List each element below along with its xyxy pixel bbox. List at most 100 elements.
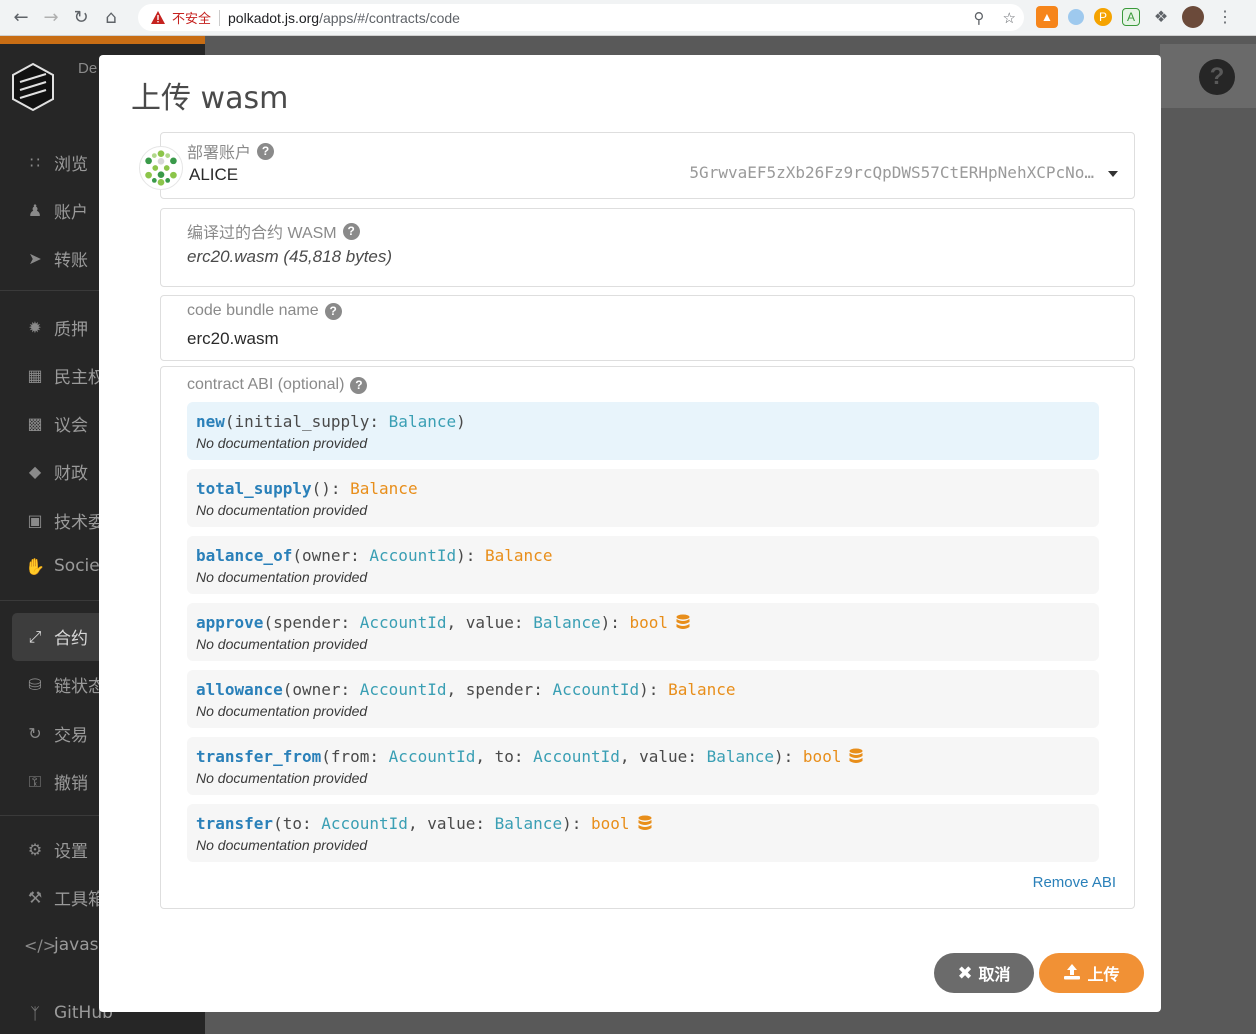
abi-message-doc: No documentation provided <box>196 770 368 786</box>
sidebar-item-extrinsics[interactable]: ↻ 交易 <box>24 721 88 746</box>
profile-avatar[interactable] <box>1182 6 1204 28</box>
sidebar-item-accounts[interactable]: ♟ 账户 <box>24 198 88 223</box>
deploy-account-label: 部署账户 ? <box>187 139 275 163</box>
polkadot-extension-icon[interactable]: P <box>1094 8 1112 26</box>
sidebar-item-label: 民主权 <box>54 368 105 388</box>
abi-message-name: new <box>196 412 225 431</box>
abi-return-type: Balance <box>485 546 553 565</box>
deploy-account-select[interactable]: 部署账户 ? ALICE 5GrwvaEF5zXb26Fz9rcQpDWS57C… <box>160 132 1135 199</box>
sidebar-item-democracy[interactable]: ▦ 民主权 <box>24 363 105 388</box>
abi-arg-name: owner <box>301 546 351 565</box>
url-text: polkadot.js.org/apps/#/contracts/code <box>228 10 460 26</box>
code-bundle-name-field[interactable]: code bundle name ? erc20.wasm <box>160 295 1135 361</box>
sidebar-item-staking[interactable]: ✹ 质押 <box>24 315 88 340</box>
tools-icon: ⚒ <box>27 888 43 907</box>
help-question-icon[interactable]: ? <box>350 376 368 394</box>
abi-message-doc: No documentation provided <box>196 636 368 652</box>
code-bundle-name-input[interactable]: erc20.wasm <box>187 329 279 349</box>
abi-arg-type: AccountId <box>369 546 457 565</box>
sidebar-item-tech-committee[interactable]: ▣ 技术委 <box>24 508 105 533</box>
extension-a-icon[interactable]: A <box>1122 8 1140 26</box>
sidebar-item-label: 议会 <box>54 416 88 436</box>
chain-name: De <box>78 60 98 77</box>
browser-toolbar: ← → ↻ ⌂ 不安全 polkadot.js.org/apps/#/contr… <box>0 0 1256 36</box>
browser-menu-icon[interactable]: ⋮ <box>1214 6 1236 28</box>
back-icon[interactable]: ← <box>6 3 36 33</box>
help-question-icon[interactable]: ? <box>257 142 275 160</box>
abi-message-name: approve <box>196 613 264 632</box>
extensions-puzzle-icon[interactable]: ❖ <box>1150 6 1172 28</box>
contract-abi-label: contract ABI (optional) ? <box>187 376 368 394</box>
cancel-button[interactable]: ✖ 取消 <box>934 953 1034 993</box>
upload-icon <box>1063 963 1081 984</box>
metamask-extension-icon[interactable]: ▲ <box>1036 6 1058 28</box>
sidebar-item-label: 设置 <box>54 842 88 862</box>
abi-message-item[interactable]: transfer(to: AccountId, value: Balance):… <box>187 804 1099 862</box>
compiled-wasm-field[interactable]: 编译过的合约 WASM ? erc20.wasm (45,818 bytes) <box>160 208 1135 287</box>
upload-button[interactable]: 上传 <box>1039 953 1144 993</box>
users-icon: ♟ <box>27 201 43 220</box>
identicon-avatar <box>139 146 183 190</box>
abi-message-doc: No documentation provided <box>196 502 368 518</box>
forward-icon[interactable]: → <box>36 3 66 33</box>
sidebar-item-transfer[interactable]: ➤ 转账 <box>24 246 88 271</box>
field-label-text: 部署账户 <box>187 145 252 162</box>
abi-message-signature: new(initial_supply: Balance) <box>196 412 466 431</box>
sidebar-item-label: 链状态 <box>54 677 105 697</box>
sidebar-item-label: 账户 <box>54 203 88 223</box>
sidebar-item-label: 浏览 <box>54 155 88 175</box>
help-question-icon[interactable]: ? <box>324 302 342 320</box>
remove-abi-link[interactable]: Remove ABI <box>1033 874 1116 891</box>
code-branch-icon: ᛉ <box>30 1003 40 1023</box>
chevron-down-icon[interactable] <box>1108 171 1118 177</box>
reload-icon[interactable]: ↻ <box>66 3 96 33</box>
bookmark-star-icon[interactable]: ☆ <box>1003 9 1016 27</box>
account-name: ALICE <box>189 165 239 184</box>
field-label-text: contract ABI (optional) <box>187 376 345 393</box>
help-icon[interactable]: ? <box>1199 59 1235 95</box>
sidebar-item-javascript[interactable]: </> javasc <box>24 935 108 955</box>
help-question-icon[interactable]: ? <box>342 222 360 240</box>
wasm-file-value: erc20.wasm (45,818 bytes) <box>187 247 393 266</box>
abi-arg-type: Balance <box>388 412 457 431</box>
home-icon[interactable]: ⌂ <box>96 3 126 33</box>
url-host: polkadot.js.org <box>228 9 320 26</box>
account-address: 5GrwvaEF5zXb26Fz9rcQpDWS57CtERHpNehXCPcN… <box>689 163 1094 182</box>
abi-arg-type: AccountId <box>359 613 447 632</box>
database-icon <box>849 748 863 763</box>
abi-message-item[interactable]: allowance(owner: AccountId, spender: Acc… <box>187 670 1099 728</box>
sidebar-item-council[interactable]: ▩ 议会 <box>24 411 88 436</box>
sidebar-item-treasury[interactable]: ◆ 财政 <box>24 459 88 484</box>
address-bar[interactable]: 不安全 polkadot.js.org/apps/#/contracts/cod… <box>138 4 1024 31</box>
url-path: /apps/#/contracts/code <box>319 9 460 26</box>
abi-message-doc: No documentation provided <box>196 435 368 451</box>
zoom-icon[interactable]: ⚲ <box>974 9 985 27</box>
abi-message-item[interactable]: new(initial_supply: Balance) No documenta… <box>187 402 1099 460</box>
database-icon: ⛁ <box>28 675 42 694</box>
contract-abi-field: contract ABI (optional) ? new(initial_su… <box>160 366 1135 909</box>
microchip-icon: ▣ <box>27 511 43 530</box>
abi-message-item[interactable]: transfer_from(from: AccountId, to: Accou… <box>187 737 1099 795</box>
sidebar-item-chainstate[interactable]: ⛁ 链状态 <box>24 672 105 697</box>
abi-arg-type: AccountId <box>321 814 408 833</box>
abi-message-item[interactable]: approve(spender: AccountId, value: Balan… <box>187 603 1099 661</box>
abi-arg-name: value <box>639 747 688 766</box>
sidebar-item-toolbox[interactable]: ⚒ 工具箱 <box>24 885 105 910</box>
abi-arg-name: initial_supply <box>234 412 370 431</box>
abi-message-signature: transfer_from(from: AccountId, to: Accou… <box>196 746 1090 768</box>
abi-arg-type: AccountId <box>359 680 447 699</box>
sidebar-item-label: 工具箱 <box>54 890 105 910</box>
abi-arg-name: value <box>427 814 476 833</box>
sidebar-item-society[interactable]: ✋ Societ <box>24 556 106 576</box>
abi-arg-name: spender <box>273 613 341 632</box>
abi-message-name: allowance <box>196 680 283 699</box>
sidebar-item-sudo[interactable]: ⚿ 撤销 <box>24 769 88 795</box>
sidebar-item-explorer[interactable]: ∷ 浏览 <box>24 150 88 175</box>
sidebar-item-contracts[interactable]: ⤢ 合约 <box>24 624 88 650</box>
abi-message-item[interactable]: total_supply(): Balance No documentation … <box>187 469 1099 527</box>
abi-arg-name: value <box>465 613 514 632</box>
sidebar-item-settings[interactable]: ⚙ 设置 <box>24 837 88 862</box>
extension-globe-icon[interactable] <box>1068 9 1084 25</box>
abi-message-item[interactable]: balance_of(owner: AccountId): Balance No … <box>187 536 1099 594</box>
upload-wasm-modal: 上传 wasm 部署账户 ? ALICE 5GrwvaEF5zXb26Fz9rc… <box>99 55 1161 1012</box>
